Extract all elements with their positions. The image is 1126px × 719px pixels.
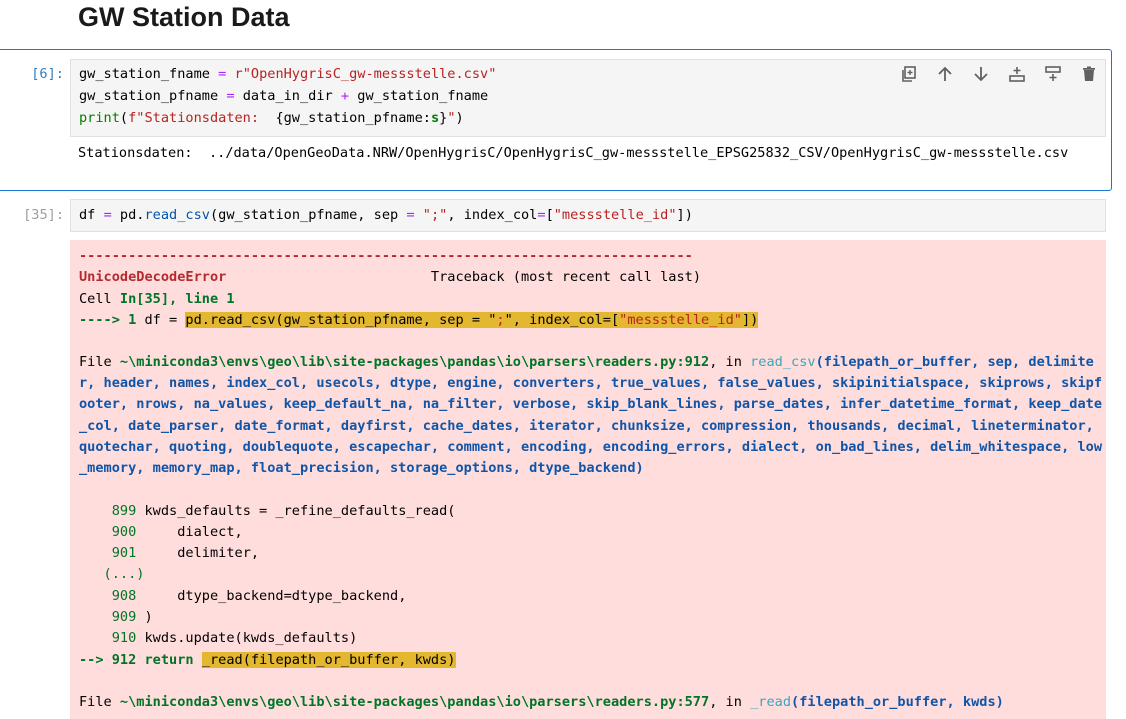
error-dashes: ----------------------------------------…: [79, 248, 693, 264]
source-line: 908 dtype_backend=dtype_backend,: [79, 588, 407, 604]
error-output: ----------------------------------------…: [70, 240, 1106, 719]
error-file-line: File ~\miniconda3\envs\geo\lib\site-pack…: [79, 354, 1103, 477]
code-line: gw_station_pfname = data_in_dir + gw_sta…: [79, 88, 489, 104]
source-line: 910 kwds.update(kwds_defaults): [79, 630, 358, 646]
source-line: (...): [79, 566, 145, 582]
arrow-down-icon[interactable]: [963, 62, 999, 86]
arrow-up-icon[interactable]: [927, 62, 963, 86]
source-line: 909 ): [79, 609, 153, 625]
error-file-line: File ~\miniconda3\envs\geo\lib\site-pack…: [79, 694, 1004, 710]
error-arrow-line: --> 912 return _read(filepath_or_buffer,…: [79, 652, 456, 668]
code-line: df = pd.read_csv(gw_station_pfname, sep …: [79, 207, 693, 223]
cell-toolbar: [891, 62, 1107, 86]
source-line: 901 delimiter,: [79, 545, 260, 561]
cell-prompt: [35]:: [23, 207, 64, 223]
source-line: 900 dialect,: [79, 524, 243, 540]
code-line: print(f"Stationsdaten: {gw_station_pfnam…: [79, 110, 464, 126]
page-title: GW Station Data: [78, 2, 290, 32]
code-line: gw_station_fname = r"OpenHygrisC_gw-mess…: [79, 66, 497, 82]
error-cell-line: Cell In[35], line 1: [79, 291, 235, 307]
insert-above-icon[interactable]: [999, 62, 1035, 86]
trash-icon[interactable]: [1071, 62, 1107, 86]
source-line: 899 kwds_defaults = _refine_defaults_rea…: [79, 503, 456, 519]
code-editor[interactable]: df = pd.read_csv(gw_station_pfname, sep …: [70, 199, 1106, 232]
error-header: UnicodeDecodeError Traceback (most recen…: [79, 269, 702, 285]
error-arrow-line: ----> 1 df = pd.read_csv(gw_station_pfna…: [79, 312, 759, 328]
copy-icon[interactable]: [891, 62, 927, 86]
insert-below-icon[interactable]: [1035, 62, 1071, 86]
cell-prompt: [6]:: [31, 66, 64, 82]
cell-output: Stationsdaten: ../data/OpenGeoData.NRW/O…: [78, 145, 1069, 161]
